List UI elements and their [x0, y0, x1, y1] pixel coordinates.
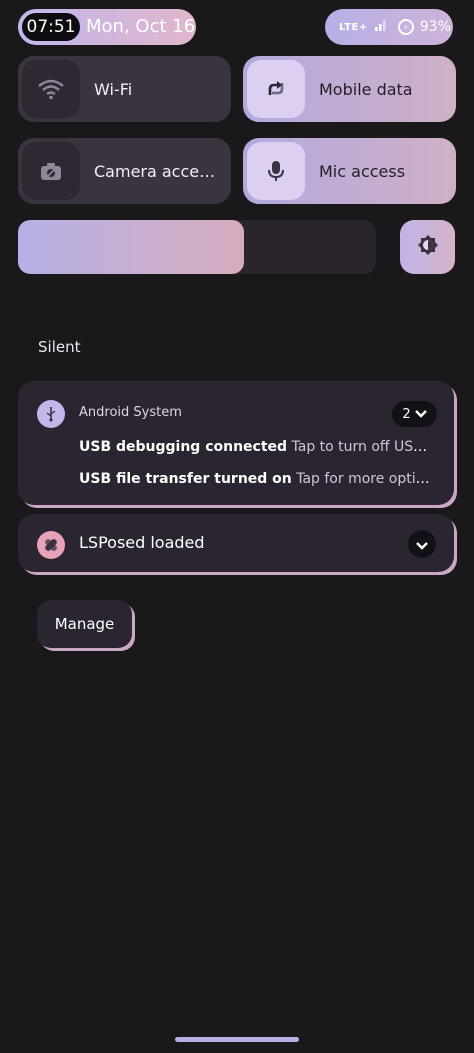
notification-line-text: Tap for more options. [296, 471, 435, 487]
notification-line-title: USB debugging connected [79, 439, 288, 455]
notification-expand-button[interactable]: 2 [392, 401, 437, 427]
notification-count: 2 [402, 406, 411, 422]
wifi-icon [22, 60, 80, 118]
notification-line-title: USB file transfer turned on [79, 471, 292, 487]
brightness-slider-fill [18, 220, 244, 274]
notification-line-text: Tap to turn off USB deb… [291, 439, 435, 455]
mic-icon [247, 142, 305, 200]
system-status-pill: LTE+ ⚡ 93% [325, 9, 453, 45]
signal-icon [374, 18, 388, 36]
notification-title: LSPosed loaded [79, 533, 205, 552]
notification-android-system[interactable]: Android System 2 USB debugging connected… [18, 381, 454, 505]
brightness-auto-icon [417, 234, 439, 260]
notification-expand-button[interactable] [408, 530, 436, 558]
tile-camera-access[interactable]: Camera acce… [18, 138, 231, 204]
tile-wifi-label: Wi-Fi [94, 79, 133, 99]
usb-icon [37, 400, 65, 428]
battery-icon: ⚡ [397, 19, 414, 35]
tile-mic-access[interactable]: Mic access [243, 138, 456, 204]
notification-app-name: Android System [79, 405, 182, 420]
notification-line: USB file transfer turned on Tap for more… [79, 471, 435, 487]
clock[interactable]: 07:51 [20, 11, 82, 43]
date-label: Mon, Oct 16 [86, 16, 196, 37]
mobile-data-icon [247, 60, 305, 118]
gesture-handle[interactable] [175, 1037, 299, 1042]
notification-lsposed[interactable]: LSPosed loaded [18, 514, 454, 572]
tile-mobile-data-label: Mobile data [319, 79, 413, 99]
chevron-down-icon [416, 535, 428, 554]
tile-mobile-data[interactable]: Mobile data [243, 56, 456, 122]
lsposed-icon [37, 531, 65, 559]
clock-date-pill[interactable]: 07:51 Mon, Oct 16 [18, 9, 196, 45]
tile-mic-access-label: Mic access [319, 161, 406, 181]
brightness-slider[interactable] [18, 220, 376, 274]
battery-percent: 93% [419, 19, 451, 35]
network-type: LTE+ [339, 21, 368, 33]
tile-camera-access-label: Camera acce… [94, 161, 216, 181]
section-title: Silent [38, 338, 81, 356]
manage-button[interactable]: Manage [37, 600, 132, 648]
notification-line: USB debugging connected Tap to turn off … [79, 439, 435, 455]
chevron-down-icon [414, 407, 427, 422]
camera-icon [22, 142, 80, 200]
brightness-auto-button[interactable] [400, 220, 455, 274]
tile-wifi[interactable]: Wi-Fi [18, 56, 231, 122]
